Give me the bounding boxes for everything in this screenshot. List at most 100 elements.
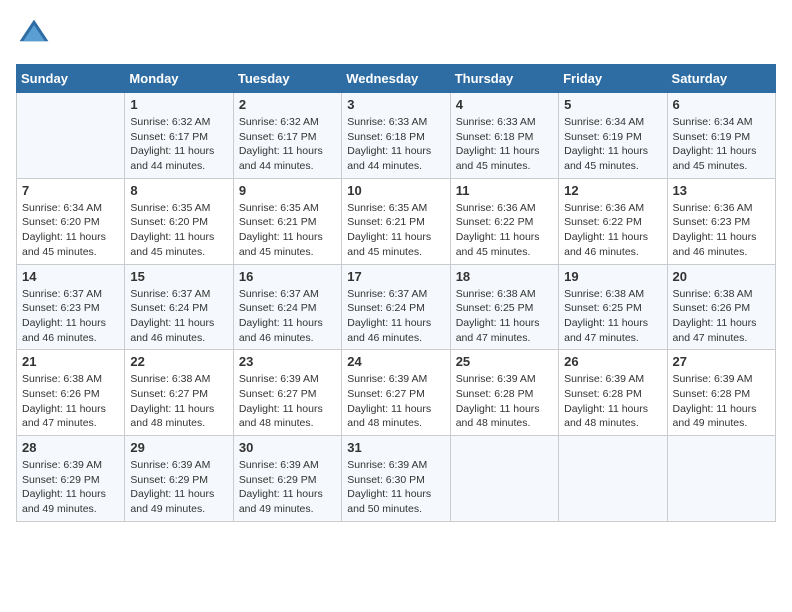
calendar-cell: 9Sunrise: 6:35 AMSunset: 6:21 PMDaylight…: [233, 178, 341, 264]
day-number: 17: [347, 269, 444, 284]
day-info: Sunrise: 6:34 AMSunset: 6:20 PMDaylight:…: [22, 201, 119, 260]
day-number: 23: [239, 354, 336, 369]
day-info: Sunrise: 6:32 AMSunset: 6:17 PMDaylight:…: [239, 115, 336, 174]
day-number: 4: [456, 97, 553, 112]
day-info: Sunrise: 6:39 AMSunset: 6:29 PMDaylight:…: [239, 458, 336, 517]
calendar-cell: 7 Sunrise: 6:34 AMSunset: 6:20 PMDaylight…: [17, 178, 125, 264]
day-info: Sunrise: 6:38 AMSunset: 6:26 PMDaylight:…: [22, 372, 119, 431]
day-number: 8: [130, 183, 227, 198]
calendar-cell: 29 Sunrise: 6:39 AMSunset: 6:29 PMDayligh…: [125, 436, 233, 522]
day-number: 22: [130, 354, 227, 369]
day-number: 10: [347, 183, 444, 198]
calendar-week-1: 7 Sunrise: 6:34 AMSunset: 6:20 PMDaylight…: [17, 178, 776, 264]
weekday-header-tuesday: Tuesday: [233, 65, 341, 93]
day-info: Sunrise: 6:38 AMSunset: 6:27 PMDaylight:…: [130, 372, 227, 431]
calendar-cell: 19 Sunrise: 6:38 AMSunset: 6:25 PMDayligh…: [559, 264, 667, 350]
calendar-cell: 16 Sunrise: 6:37 AMSunset: 6:24 PMDayligh…: [233, 264, 341, 350]
day-number: 15: [130, 269, 227, 284]
calendar-cell: 10 Sunrise: 6:35 AMSunset: 6:21 PMDayligh…: [342, 178, 450, 264]
day-number: 14: [22, 269, 119, 284]
calendar-cell: 6 Sunrise: 6:34 AMSunset: 6:19 PMDaylight…: [667, 93, 775, 179]
day-number: 30: [239, 440, 336, 455]
calendar-cell: [17, 93, 125, 179]
calendar-week-3: 21 Sunrise: 6:38 AMSunset: 6:26 PMDayligh…: [17, 350, 776, 436]
day-info: Sunrise: 6:35 AMSunset: 6:21 PMDaylight:…: [239, 201, 336, 260]
calendar-cell: 23Sunrise: 6:39 AMSunset: 6:27 PMDayligh…: [233, 350, 341, 436]
calendar-cell: 26 Sunrise: 6:39 AMSunset: 6:28 PMDayligh…: [559, 350, 667, 436]
calendar-week-2: 14 Sunrise: 6:37 AMSunset: 6:23 PMDayligh…: [17, 264, 776, 350]
day-number: 31: [347, 440, 444, 455]
calendar-cell: 17 Sunrise: 6:37 AMSunset: 6:24 PMDayligh…: [342, 264, 450, 350]
day-number: 18: [456, 269, 553, 284]
weekday-header-friday: Friday: [559, 65, 667, 93]
day-info: Sunrise: 6:37 AMSunset: 6:24 PMDaylight:…: [347, 287, 444, 346]
logo-icon: [16, 16, 52, 52]
weekday-header-monday: Monday: [125, 65, 233, 93]
calendar-cell: 8 Sunrise: 6:35 AMSunset: 6:20 PMDaylight…: [125, 178, 233, 264]
day-info: Sunrise: 6:35 AMSunset: 6:20 PMDaylight:…: [130, 201, 227, 260]
day-info: Sunrise: 6:34 AMSunset: 6:19 PMDaylight:…: [673, 115, 770, 174]
calendar-cell: 20 Sunrise: 6:38 AMSunset: 6:26 PMDayligh…: [667, 264, 775, 350]
calendar-cell: 15 Sunrise: 6:37 AMSunset: 6:24 PMDayligh…: [125, 264, 233, 350]
weekday-header-wednesday: Wednesday: [342, 65, 450, 93]
day-number: 19: [564, 269, 661, 284]
day-info: Sunrise: 6:37 AMSunset: 6:24 PMDaylight:…: [130, 287, 227, 346]
day-number: 26: [564, 354, 661, 369]
day-number: 11: [456, 183, 553, 198]
calendar-cell: 13Sunrise: 6:36 AMSunset: 6:23 PMDayligh…: [667, 178, 775, 264]
calendar-cell: 5Sunrise: 6:34 AMSunset: 6:19 PMDaylight…: [559, 93, 667, 179]
calendar-cell: 31Sunrise: 6:39 AMSunset: 6:30 PMDayligh…: [342, 436, 450, 522]
day-number: 12: [564, 183, 661, 198]
day-info: Sunrise: 6:33 AMSunset: 6:18 PMDaylight:…: [347, 115, 444, 174]
weekday-header-sunday: Sunday: [17, 65, 125, 93]
day-info: Sunrise: 6:37 AMSunset: 6:24 PMDaylight:…: [239, 287, 336, 346]
calendar-cell: 2 Sunrise: 6:32 AMSunset: 6:17 PMDaylight…: [233, 93, 341, 179]
day-info: Sunrise: 6:38 AMSunset: 6:25 PMDaylight:…: [456, 287, 553, 346]
day-info: Sunrise: 6:39 AMSunset: 6:29 PMDaylight:…: [22, 458, 119, 517]
day-info: Sunrise: 6:36 AMSunset: 6:23 PMDaylight:…: [673, 201, 770, 260]
calendar-cell: 11 Sunrise: 6:36 AMSunset: 6:22 PMDayligh…: [450, 178, 558, 264]
day-number: 3: [347, 97, 444, 112]
day-number: 1: [130, 97, 227, 112]
weekday-header-thursday: Thursday: [450, 65, 558, 93]
day-number: 16: [239, 269, 336, 284]
day-number: 20: [673, 269, 770, 284]
calendar-cell: 24Sunrise: 6:39 AMSunset: 6:27 PMDayligh…: [342, 350, 450, 436]
calendar-table: SundayMondayTuesdayWednesdayThursdayFrid…: [16, 64, 776, 522]
day-info: Sunrise: 6:39 AMSunset: 6:29 PMDaylight:…: [130, 458, 227, 517]
calendar-cell: 18 Sunrise: 6:38 AMSunset: 6:25 PMDayligh…: [450, 264, 558, 350]
calendar-cell: 14 Sunrise: 6:37 AMSunset: 6:23 PMDayligh…: [17, 264, 125, 350]
calendar-cell: 12 Sunrise: 6:36 AMSunset: 6:22 PMDayligh…: [559, 178, 667, 264]
day-number: 7: [22, 183, 119, 198]
day-info: Sunrise: 6:35 AMSunset: 6:21 PMDaylight:…: [347, 201, 444, 260]
day-info: Sunrise: 6:33 AMSunset: 6:18 PMDaylight:…: [456, 115, 553, 174]
day-info: Sunrise: 6:38 AMSunset: 6:25 PMDaylight:…: [564, 287, 661, 346]
calendar-cell: 21 Sunrise: 6:38 AMSunset: 6:26 PMDayligh…: [17, 350, 125, 436]
logo: [16, 16, 56, 52]
day-number: 5: [564, 97, 661, 112]
day-info: Sunrise: 6:32 AMSunset: 6:17 PMDaylight:…: [130, 115, 227, 174]
day-info: Sunrise: 6:37 AMSunset: 6:23 PMDaylight:…: [22, 287, 119, 346]
day-info: Sunrise: 6:39 AMSunset: 6:28 PMDaylight:…: [564, 372, 661, 431]
day-number: 21: [22, 354, 119, 369]
day-number: 25: [456, 354, 553, 369]
page-header: [16, 16, 776, 52]
calendar-cell: 22 Sunrise: 6:38 AMSunset: 6:27 PMDayligh…: [125, 350, 233, 436]
weekday-header-row: SundayMondayTuesdayWednesdayThursdayFrid…: [17, 65, 776, 93]
calendar-cell: 27Sunrise: 6:39 AMSunset: 6:28 PMDayligh…: [667, 350, 775, 436]
calendar-cell: 4 Sunrise: 6:33 AMSunset: 6:18 PMDaylight…: [450, 93, 558, 179]
calendar-cell: [667, 436, 775, 522]
calendar-week-4: 28Sunrise: 6:39 AMSunset: 6:29 PMDayligh…: [17, 436, 776, 522]
calendar-cell: 1 Sunrise: 6:32 AMSunset: 6:17 PMDaylight…: [125, 93, 233, 179]
day-info: Sunrise: 6:38 AMSunset: 6:26 PMDaylight:…: [673, 287, 770, 346]
day-number: 6: [673, 97, 770, 112]
day-info: Sunrise: 6:36 AMSunset: 6:22 PMDaylight:…: [456, 201, 553, 260]
day-number: 2: [239, 97, 336, 112]
calendar-cell: [559, 436, 667, 522]
calendar-cell: 30 Sunrise: 6:39 AMSunset: 6:29 PMDayligh…: [233, 436, 341, 522]
calendar-cell: [450, 436, 558, 522]
calendar-cell: 3 Sunrise: 6:33 AMSunset: 6:18 PMDaylight…: [342, 93, 450, 179]
day-number: 29: [130, 440, 227, 455]
day-info: Sunrise: 6:39 AMSunset: 6:28 PMDaylight:…: [673, 372, 770, 431]
day-info: Sunrise: 6:36 AMSunset: 6:22 PMDaylight:…: [564, 201, 661, 260]
